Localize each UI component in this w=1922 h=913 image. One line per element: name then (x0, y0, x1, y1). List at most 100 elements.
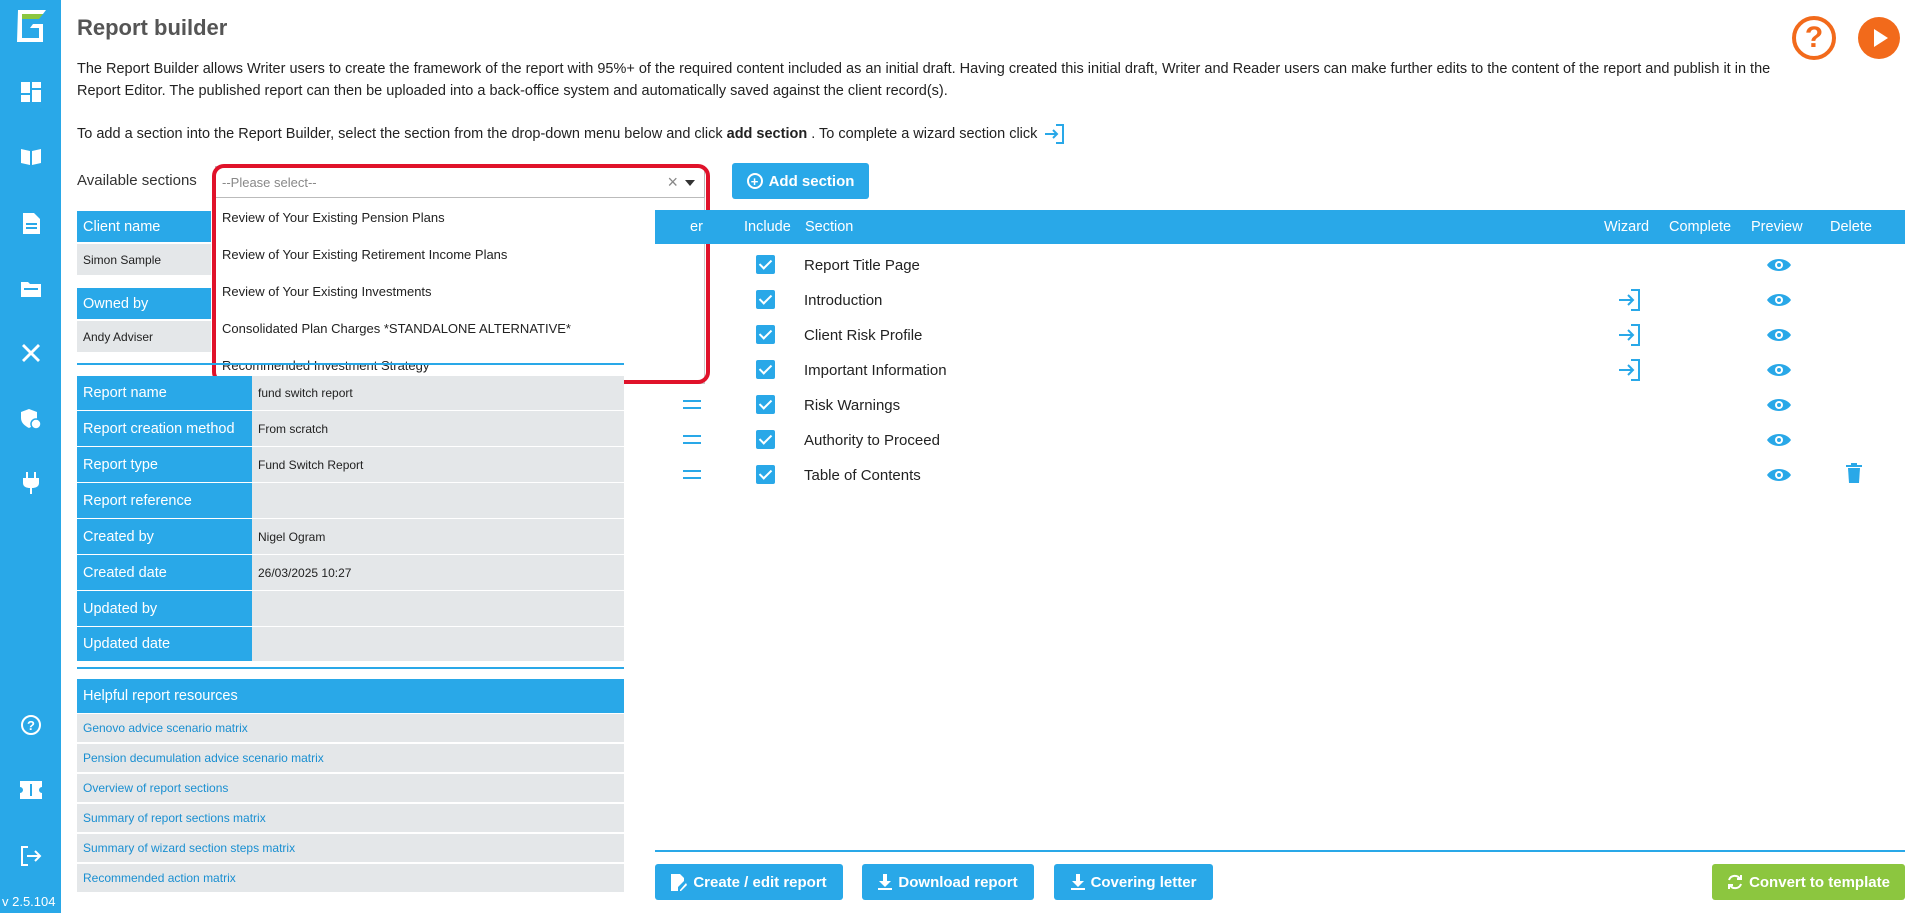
report-info-value: 26/03/2025 10:27 (252, 555, 624, 590)
report-info-label: Report type (77, 447, 252, 482)
preview-eye-icon[interactable] (1767, 432, 1791, 448)
col-wizard: Wizard (1604, 219, 1650, 235)
dropdown-option[interactable]: Consolidated Plan Charges *STANDALONE AL… (216, 309, 704, 346)
report-info-label: Created date (77, 555, 252, 590)
section-name: Authority to Proceed (804, 432, 940, 449)
download-label: Download report (898, 873, 1018, 891)
folder-icon[interactable] (18, 275, 44, 301)
report-info-value: fund switch report (252, 376, 624, 410)
resource-link[interactable]: Summary of wizard section steps matrix (77, 834, 624, 863)
report-info-row: Created date 26/03/2025 10:27 (77, 555, 624, 590)
sections-select[interactable]: --Please select-- × (215, 166, 705, 198)
drag-handle-icon[interactable] (683, 470, 701, 479)
clear-icon[interactable]: × (667, 172, 678, 193)
preview-eye-icon[interactable] (1767, 257, 1791, 273)
client-name-label: Client name (77, 211, 211, 242)
report-info-value (252, 627, 624, 661)
version-label: v 2.5.104 (2, 894, 56, 909)
section-name: Report Title Page (804, 257, 920, 274)
sections-dropdown: Review of Your Existing Pension Plans Re… (215, 198, 705, 384)
resource-link[interactable]: Summary of report sections matrix (77, 804, 624, 833)
include-checkbox[interactable] (756, 430, 775, 449)
app-logo[interactable] (12, 8, 49, 45)
play-video-button[interactable] (1858, 17, 1900, 59)
wizard-enter-icon[interactable] (1617, 324, 1641, 346)
include-checkbox[interactable] (756, 395, 775, 414)
divider (77, 667, 624, 669)
create-edit-report-button[interactable]: Create / edit report (655, 864, 843, 900)
help-button[interactable]: ? (1792, 16, 1836, 60)
client-name-value: Simon Sample (77, 244, 211, 275)
dropdown-option[interactable]: Review of Your Existing Pension Plans (216, 198, 704, 235)
logout-icon[interactable] (18, 843, 44, 869)
report-info-row: Created by Nigel Ogram (77, 519, 624, 554)
preview-eye-icon[interactable] (1767, 327, 1791, 343)
instructions-bold: add section (726, 126, 808, 142)
convert-label: Convert to template (1749, 873, 1890, 891)
instructions-text: To add a section into the Report Builder… (77, 124, 1065, 144)
include-checkbox[interactable] (756, 360, 775, 379)
svg-text:?: ? (27, 718, 35, 733)
dropdown-option[interactable]: Review of Your Existing Investments (216, 272, 704, 309)
add-section-button[interactable]: + Add section (732, 163, 869, 199)
select-placeholder: --Please select-- (222, 175, 317, 190)
wizard-enter-icon[interactable] (1617, 359, 1641, 381)
ticket-icon[interactable] (18, 777, 44, 803)
tools-icon[interactable] (18, 340, 44, 366)
plug-icon[interactable] (18, 470, 44, 496)
sections-table-header: er Include Section Wizard Complete Previ… (655, 210, 1905, 244)
include-checkbox[interactable] (756, 290, 775, 309)
preview-eye-icon[interactable] (1767, 292, 1791, 308)
preview-eye-icon[interactable] (1767, 467, 1791, 483)
section-name: Client Risk Profile (804, 327, 923, 344)
report-info-value: Fund Switch Report (252, 447, 624, 482)
covering-letter-button[interactable]: Covering letter (1054, 864, 1213, 900)
report-info-row: Updated date (77, 627, 624, 661)
section-name: Important Information (804, 362, 947, 379)
security-shield-icon[interactable] (18, 406, 44, 432)
help-icon[interactable]: ? (18, 712, 44, 738)
col-preview: Preview (1751, 219, 1803, 235)
preview-eye-icon[interactable] (1767, 397, 1791, 413)
dashboard-icon[interactable] (18, 79, 44, 105)
dropdown-option[interactable]: Review of Your Existing Retirement Incom… (216, 235, 704, 272)
include-checkbox[interactable] (756, 255, 775, 274)
table-row: Report Title Page (655, 249, 1905, 284)
chevron-down-icon[interactable] (685, 180, 695, 186)
convert-to-template-button[interactable]: Convert to template (1712, 864, 1905, 900)
book-icon[interactable] (18, 143, 44, 169)
include-checkbox[interactable] (756, 465, 775, 484)
wizard-enter-icon (1045, 124, 1065, 144)
add-section-label: Add section (768, 172, 855, 190)
report-info-row: Report type Fund Switch Report (77, 447, 624, 482)
page-title: Report builder (77, 15, 228, 40)
drag-handle-icon[interactable] (683, 435, 701, 444)
document-icon[interactable] (18, 210, 44, 236)
resource-link[interactable]: Pension decumulation advice scenario mat… (77, 744, 624, 773)
create-edit-label: Create / edit report (693, 873, 827, 891)
report-info-value: Nigel Ogram (252, 519, 624, 554)
download-report-button[interactable]: Download report (862, 864, 1034, 900)
report-info-row: Report name fund switch report (77, 376, 624, 410)
divider (655, 850, 1905, 852)
drag-handle-icon[interactable] (683, 400, 701, 409)
report-info-row: Report reference (77, 483, 624, 518)
trash-icon[interactable] (1846, 463, 1862, 483)
report-info-value: From scratch (252, 411, 624, 446)
wizard-enter-icon[interactable] (1617, 289, 1641, 311)
instructions-suffix: . To complete a wizard section click (811, 126, 1038, 142)
download-icon (878, 874, 893, 890)
table-row: Authority to Proceed (655, 424, 1905, 459)
include-checkbox[interactable] (756, 325, 775, 344)
report-info-label: Report reference (77, 483, 252, 518)
resource-link[interactable]: Overview of report sections (77, 774, 624, 803)
intro-text: The Report Builder allows Writer users t… (77, 61, 1771, 99)
col-delete: Delete (1830, 219, 1872, 235)
resource-link[interactable]: Recommended action matrix (77, 864, 624, 893)
col-section: Section (805, 219, 854, 235)
report-info-label: Updated date (77, 627, 252, 661)
resource-link[interactable]: Genovo advice scenario matrix (77, 714, 624, 743)
preview-eye-icon[interactable] (1767, 362, 1791, 378)
section-name: Risk Warnings (804, 397, 901, 414)
available-sections-label: Available sections (77, 172, 197, 189)
